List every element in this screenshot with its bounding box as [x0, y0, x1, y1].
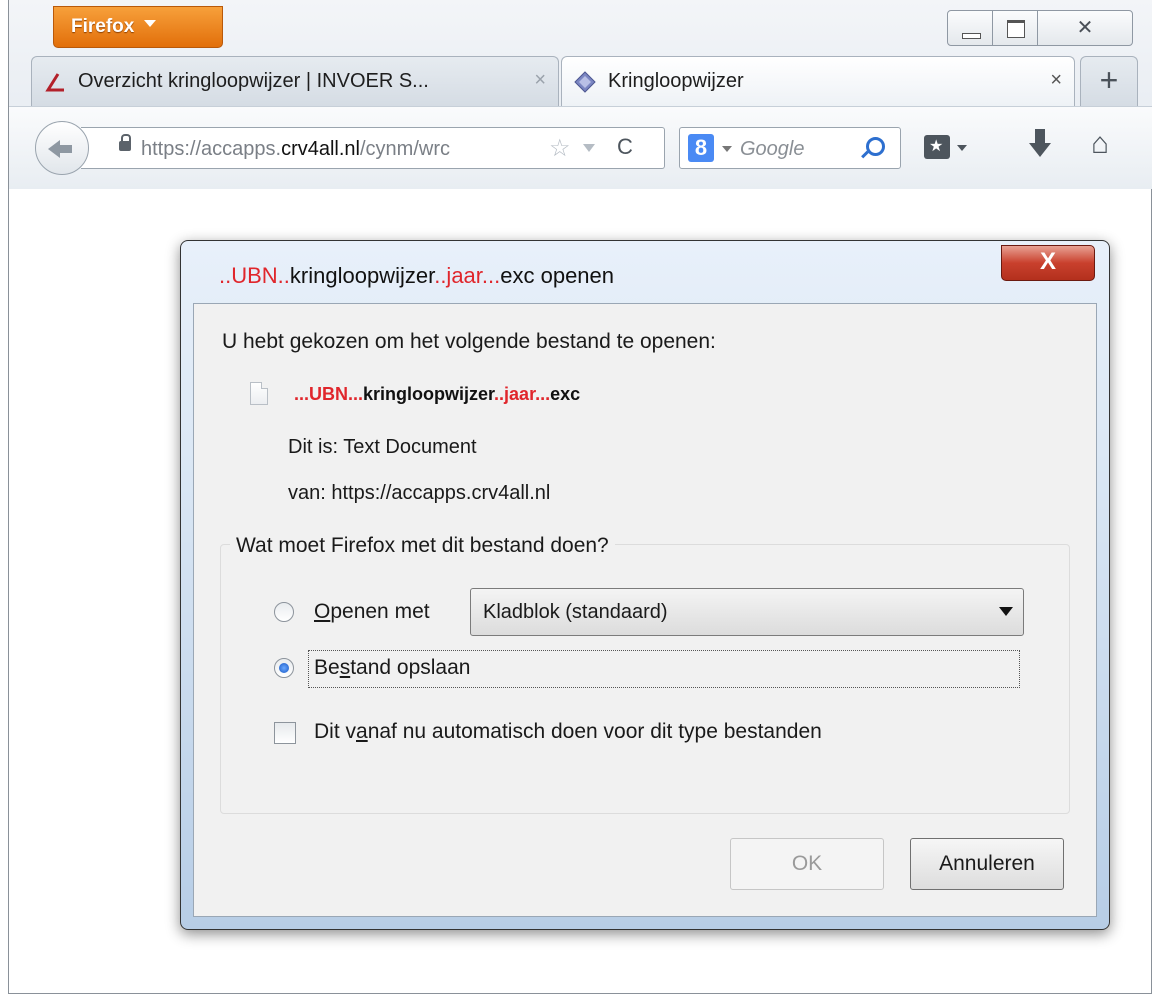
- site-favicon-icon: [45, 73, 64, 92]
- tab-close-icon[interactable]: ×: [534, 69, 546, 92]
- search-bar[interactable]: 8 Google: [679, 127, 901, 169]
- new-tab-button[interactable]: +: [1080, 56, 1138, 106]
- maximize-button[interactable]: [992, 10, 1038, 46]
- bookmarks-dropdown-icon[interactable]: [957, 145, 967, 151]
- window-close-button[interactable]: ✕: [1037, 10, 1133, 46]
- search-input[interactable]: Google: [740, 138, 805, 161]
- maximize-icon: [1007, 20, 1025, 38]
- home-icon[interactable]: ⌂: [1091, 127, 1109, 161]
- search-icon[interactable]: [866, 137, 885, 156]
- engine-dropdown-icon[interactable]: [722, 146, 732, 152]
- chevron-down-icon: [144, 20, 157, 28]
- google-engine-icon[interactable]: 8: [688, 134, 714, 162]
- back-arrow-shaft: [58, 145, 72, 153]
- url-bar[interactable]: https://accapps.crv4all.nl/cynm/wrc ☆ C: [81, 127, 665, 169]
- ok-button[interactable]: OK: [730, 838, 884, 890]
- back-button[interactable]: [35, 121, 89, 175]
- auto-action-checkbox[interactable]: [274, 722, 296, 744]
- chevron-down-icon: [999, 607, 1013, 616]
- intro-text: U hebt gekozen om het volgende bestand t…: [222, 330, 716, 353]
- firefox-menu-button[interactable]: Firefox: [53, 6, 223, 48]
- file-name: ...UBN...kringloopwijzer..jaar...exc: [294, 384, 581, 404]
- save-file-label[interactable]: Bestand opslaan: [314, 656, 470, 680]
- reload-icon[interactable]: C: [617, 134, 633, 160]
- bookmark-star-icon[interactable]: ☆: [549, 134, 571, 163]
- tab-close-icon[interactable]: ×: [1050, 69, 1062, 92]
- open-with-select[interactable]: Kladblok (standaard): [470, 588, 1024, 636]
- open-with-value: Kladblok (standaard): [483, 601, 668, 623]
- browser-chrome: Firefox ✕ Overzicht kringloopwijzer | IN…: [9, 0, 1152, 189]
- history-dropdown-icon[interactable]: [583, 144, 595, 152]
- url-text: https://accapps.crv4all.nl/cynm/wrc: [141, 138, 450, 160]
- download-head: [1029, 143, 1051, 157]
- bookmarks-icon[interactable]: [924, 135, 950, 159]
- tab-kringloopwijzer[interactable]: Kringloopwijzer ×: [561, 56, 1075, 106]
- diamond-favicon-icon: [574, 71, 596, 93]
- dialog-body: U hebt gekozen om het volgende bestand t…: [193, 303, 1097, 917]
- open-with-radio[interactable]: [274, 602, 294, 622]
- close-icon: ✕: [1076, 17, 1094, 39]
- dialog-title: ..UBN..kringloopwijzer..jaar...exc opene…: [219, 263, 615, 288]
- action-group-label: Wat moet Firefox met dit bestand doen?: [230, 534, 615, 558]
- file-type: Dit is: Text Document: [288, 436, 477, 458]
- minimize-button[interactable]: [947, 10, 993, 46]
- lock-icon: [119, 134, 131, 151]
- open-file-dialog: ..UBN..kringloopwijzer..jaar...exc opene…: [180, 240, 1110, 930]
- navigation-toolbar: https://accapps.crv4all.nl/cynm/wrc ☆ C …: [9, 106, 1152, 189]
- firefox-menu-label: Firefox: [71, 16, 135, 37]
- tab-label: Overzicht kringloopwijzer | INVOER S...: [78, 70, 429, 92]
- file-source: van: https://accapps.crv4all.nl: [288, 482, 551, 504]
- auto-action-label[interactable]: Dit vanaf nu automatisch doen voor dit t…: [314, 720, 822, 744]
- open-with-label[interactable]: Openen met: [314, 600, 430, 624]
- save-file-radio[interactable]: [274, 658, 294, 678]
- dialog-close-button[interactable]: X: [1001, 245, 1095, 281]
- tab-overzicht[interactable]: Overzicht kringloopwijzer | INVOER S... …: [31, 56, 559, 106]
- minimize-icon: [962, 33, 981, 39]
- cancel-button[interactable]: Annuleren: [910, 838, 1064, 890]
- text-file-icon: [250, 382, 268, 405]
- tab-label: Kringloopwijzer: [608, 70, 744, 92]
